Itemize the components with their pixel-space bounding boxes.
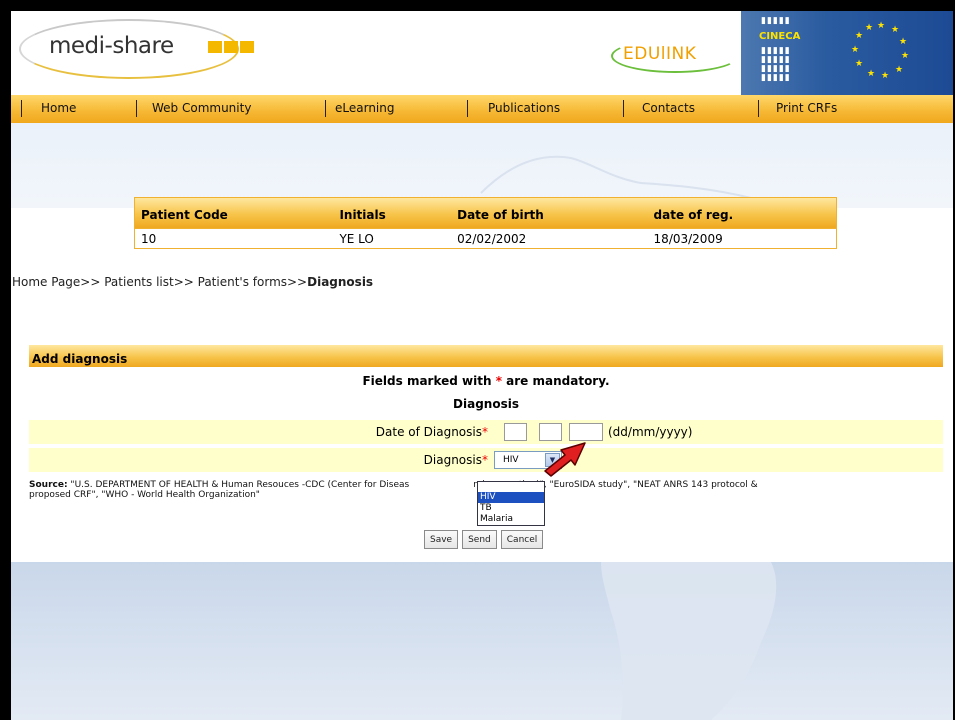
save-button[interactable]: Save <box>424 530 459 549</box>
nav-publications[interactable]: Publications <box>488 101 560 115</box>
window-frame: medi-share EDUlINK ▮▮▮▮▮ CINECA ▮▮▮▮▮ ▮▮▮… <box>0 0 955 720</box>
header-patient-code: Patient Code <box>141 208 228 222</box>
nav-home[interactable]: Home <box>41 101 76 115</box>
page: medi-share EDUlINK ▮▮▮▮▮ CINECA ▮▮▮▮▮ ▮▮▮… <box>11 11 953 720</box>
main-nav: Home Web Community eLearning Publication… <box>11 95 953 123</box>
date-of-diagnosis-row: Date of Diagnosis* (dd/mm/yyyy) <box>29 420 943 444</box>
patient-info-table: Patient Code Initials Date of birth date… <box>134 197 837 249</box>
cineca-text: CINECA <box>759 31 801 42</box>
breadcrumb-trail[interactable]: Home Page>> Patients list>> Patient's fo… <box>12 275 307 289</box>
nav-separator <box>21 100 22 117</box>
decorative-map-band <box>11 123 953 208</box>
edulink-text: EDUlINK <box>623 44 697 64</box>
eu-flag-icon: ★ ★ ★ ★ ★ ★ ★ ★ ★ ★ ★ <box>851 21 910 81</box>
diagnosis-selected-value: HIV <box>503 455 519 465</box>
cell-date-of-reg: 18/03/2009 <box>653 232 723 246</box>
nav-separator <box>623 100 624 117</box>
source-text: "U.S. DEPARTMENT OF HEALTH & Human Resou… <box>67 480 410 490</box>
nav-elearning[interactable]: eLearning <box>335 101 394 115</box>
diagnosis-row: Diagnosis* HIV ▼ <box>29 448 943 472</box>
medi-share-logo[interactable]: medi-share <box>19 17 269 87</box>
breadcrumb-current: Diagnosis <box>307 275 374 289</box>
africa-map-shape <box>601 562 777 720</box>
source-label: Source: <box>29 480 68 490</box>
section-title: Diagnosis <box>453 397 519 411</box>
cineca-logo[interactable]: ▮▮▮▮▮ CINECA ▮▮▮▮▮ ▮▮▮▮▮ ▮▮▮▮▮ ▮▮▮▮▮ <box>759 17 815 87</box>
date-day-input[interactable] <box>504 423 527 441</box>
header-date-of-birth: Date of birth <box>457 208 544 222</box>
nav-separator <box>758 100 759 117</box>
nav-separator <box>467 100 468 117</box>
logo-text: medi-share <box>49 33 174 59</box>
red-pointer-arrow-icon <box>544 442 586 477</box>
nav-separator <box>136 100 137 117</box>
table-row: 10 YE LO 02/02/2002 18/03/2009 <box>135 228 836 248</box>
cell-date-of-birth: 02/02/2002 <box>457 232 527 246</box>
form-buttons: Save Send Cancel <box>424 530 544 549</box>
cineca-grid-icon: ▮▮▮▮▮ <box>761 16 791 26</box>
header-initials: Initials <box>339 208 386 222</box>
dropdown-option-hiv[interactable]: HIV <box>478 492 544 503</box>
mandatory-prefix: Fields marked with <box>362 374 496 388</box>
header-date-of-reg: date of reg. <box>653 208 734 222</box>
source-text-line2: proposed CRF", "WHO - World Health Organ… <box>29 490 260 500</box>
dropdown-option-malaria[interactable]: Malaria <box>478 514 544 525</box>
edulink-logo[interactable]: EDUlINK <box>609 37 741 77</box>
cell-patient-code: 10 <box>141 232 157 246</box>
cineca-eu-banner: ▮▮▮▮▮ CINECA ▮▮▮▮▮ ▮▮▮▮▮ ▮▮▮▮▮ ▮▮▮▮▮ ★ ★ ★ … <box>741 11 953 95</box>
site-header: medi-share EDUlINK ▮▮▮▮▮ CINECA ▮▮▮▮▮ ▮▮▮… <box>11 11 953 95</box>
patient-table-header: Patient Code Initials Date of birth date… <box>135 198 836 228</box>
map-outline <box>480 155 822 204</box>
diagnosis-label: Diagnosis* <box>423 453 488 467</box>
nav-separator <box>325 100 326 117</box>
nav-print-crfs[interactable]: Print CRFs <box>776 101 837 115</box>
dropdown-option-tb[interactable]: TB <box>478 503 544 514</box>
cancel-button[interactable]: Cancel <box>500 530 544 549</box>
date-format-hint: (dd/mm/yyyy) <box>608 425 693 439</box>
nav-contacts[interactable]: Contacts <box>642 101 695 115</box>
breadcrumb: Home Page>> Patients list>> Patient's fo… <box>12 275 373 289</box>
diagnosis-dropdown-list: HIV TB Malaria <box>477 481 545 526</box>
send-button[interactable]: Send <box>462 530 497 549</box>
cell-initials: YE LO <box>339 232 374 246</box>
logo-squares <box>208 41 254 53</box>
nav-web-community[interactable]: Web Community <box>152 101 251 115</box>
form-title: Add diagnosis <box>29 345 943 367</box>
mandatory-note: Fields marked with * are mandatory. <box>29 374 943 388</box>
dropdown-option-blank[interactable] <box>478 482 544 492</box>
decorative-map-background <box>11 562 953 720</box>
date-of-diagnosis-label: Date of Diagnosis* <box>375 425 488 439</box>
mandatory-suffix: are mandatory. <box>501 374 610 388</box>
cineca-grid-icon-lower: ▮▮▮▮▮ ▮▮▮▮▮ ▮▮▮▮▮ ▮▮▮▮▮ <box>761 46 791 83</box>
